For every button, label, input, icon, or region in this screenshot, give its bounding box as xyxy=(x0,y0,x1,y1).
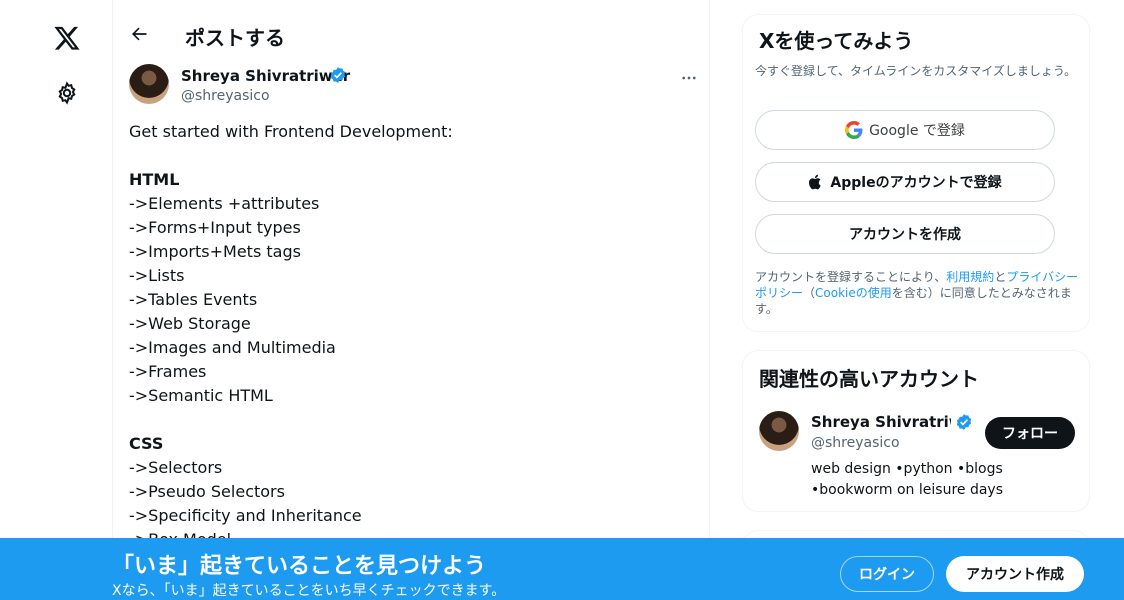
banner-subtitle: Xなら、「いま」起きていることをいち早くチェックできます。 xyxy=(112,583,506,599)
signup-button[interactable]: アカウント作成 xyxy=(946,556,1084,592)
post-line xyxy=(129,408,689,432)
related-bio: web design •python •blogs •bookworm on l… xyxy=(811,461,1004,498)
signup-banner: 「いま」起きていることを見つけよう Xなら、「いま」起きていることをいち早くチェ… xyxy=(0,538,1124,600)
signup-subtitle: 今すぐ登録して、タイムラインをカスタマイズしましょう。 xyxy=(755,64,1077,78)
left-nav xyxy=(0,0,112,600)
signup-title: Xを使ってみよう xyxy=(759,29,914,53)
more-icon xyxy=(682,76,696,80)
terms-prefix: アカウントを登録することにより、 xyxy=(755,270,947,284)
post-line: ->Semantic HTML xyxy=(129,386,273,405)
post-line: ->Specificity and Inheritance xyxy=(129,506,362,525)
verified-badge-icon xyxy=(330,67,346,83)
terms-and: と xyxy=(994,270,1007,284)
gear-icon[interactable] xyxy=(52,78,82,108)
related-name[interactable]: Shreya Shivratriwar xyxy=(811,413,951,431)
google-signup-button[interactable]: Google で登録 xyxy=(755,110,1055,150)
more-options-button[interactable] xyxy=(677,66,701,90)
page-title: ポストする xyxy=(185,26,285,50)
post-text: Get started with Frontend Development: HT… xyxy=(129,120,689,552)
banner-title: 「いま」起きていることを見つけよう xyxy=(112,554,487,579)
cookie-link[interactable]: Cookieの使用 xyxy=(815,286,892,300)
avatar[interactable] xyxy=(129,64,169,104)
apple-signup-button[interactable]: Appleのアカウントで登録 xyxy=(755,162,1055,202)
related-title: 関連性の高いアカウント xyxy=(759,367,979,391)
post-line: ->Web Storage xyxy=(129,314,251,333)
terms-paren: （ xyxy=(803,286,816,300)
arrow-left-icon xyxy=(132,27,147,41)
post-line: ->Imports+Mets tags xyxy=(129,242,301,261)
terms-text: アカウントを登録することにより、利用規約とプライバシーポリシー（Cookieの使… xyxy=(755,269,1085,317)
create-account-button[interactable]: アカウントを作成 xyxy=(755,214,1055,254)
apple-icon xyxy=(809,174,822,190)
post-line: ->Frames xyxy=(129,362,207,381)
post-line: ->Tables Events xyxy=(129,290,258,309)
avatar[interactable] xyxy=(759,411,799,451)
post-line: ->Selectors xyxy=(129,458,223,477)
post-line: ->Images and Multimedia xyxy=(129,338,336,357)
page-header: ポストする xyxy=(113,0,709,56)
post-line: ->Lists xyxy=(129,266,185,285)
post-line: Get started with Frontend Development: xyxy=(129,122,453,141)
post-line: ->Elements +attributes xyxy=(129,194,320,213)
google-signup-label: Google で登録 xyxy=(869,123,965,139)
x-logo-icon[interactable] xyxy=(51,22,83,54)
verified-badge-icon xyxy=(956,414,972,430)
login-button[interactable]: ログイン xyxy=(840,556,934,592)
post-line: ->Pseudo Selectors xyxy=(129,482,285,501)
post-line xyxy=(129,144,689,168)
author-handle[interactable]: @shreyasico xyxy=(181,88,270,104)
create-account-label: アカウントを作成 xyxy=(849,227,961,243)
google-icon xyxy=(845,121,863,139)
back-button[interactable] xyxy=(125,20,153,48)
author-name[interactable]: Shreya Shivratriwar xyxy=(181,67,350,85)
terms-link[interactable]: 利用規約 xyxy=(946,270,994,284)
apple-signup-label: Appleのアカウントで登録 xyxy=(830,175,1002,191)
post-author: Shreya Shivratriwar @shreyasico xyxy=(129,64,699,108)
main-column: ポストする Shreya Shivratriwar @shreyasico Ge… xyxy=(112,0,710,600)
post-line: ->Forms+Input types xyxy=(129,218,301,237)
follow-button[interactable]: フォロー xyxy=(985,417,1075,449)
related-accounts-card: 関連性の高いアカウント Shreya Shivratriwar @shreyas… xyxy=(742,350,1090,512)
post-heading: CSS xyxy=(129,434,164,453)
related-handle[interactable]: @shreyasico xyxy=(811,435,900,451)
signup-card: Xを使ってみよう 今すぐ登録して、タイムラインをカスタマイズしましょう。 Goo… xyxy=(742,14,1090,332)
post-heading: HTML xyxy=(129,170,180,189)
